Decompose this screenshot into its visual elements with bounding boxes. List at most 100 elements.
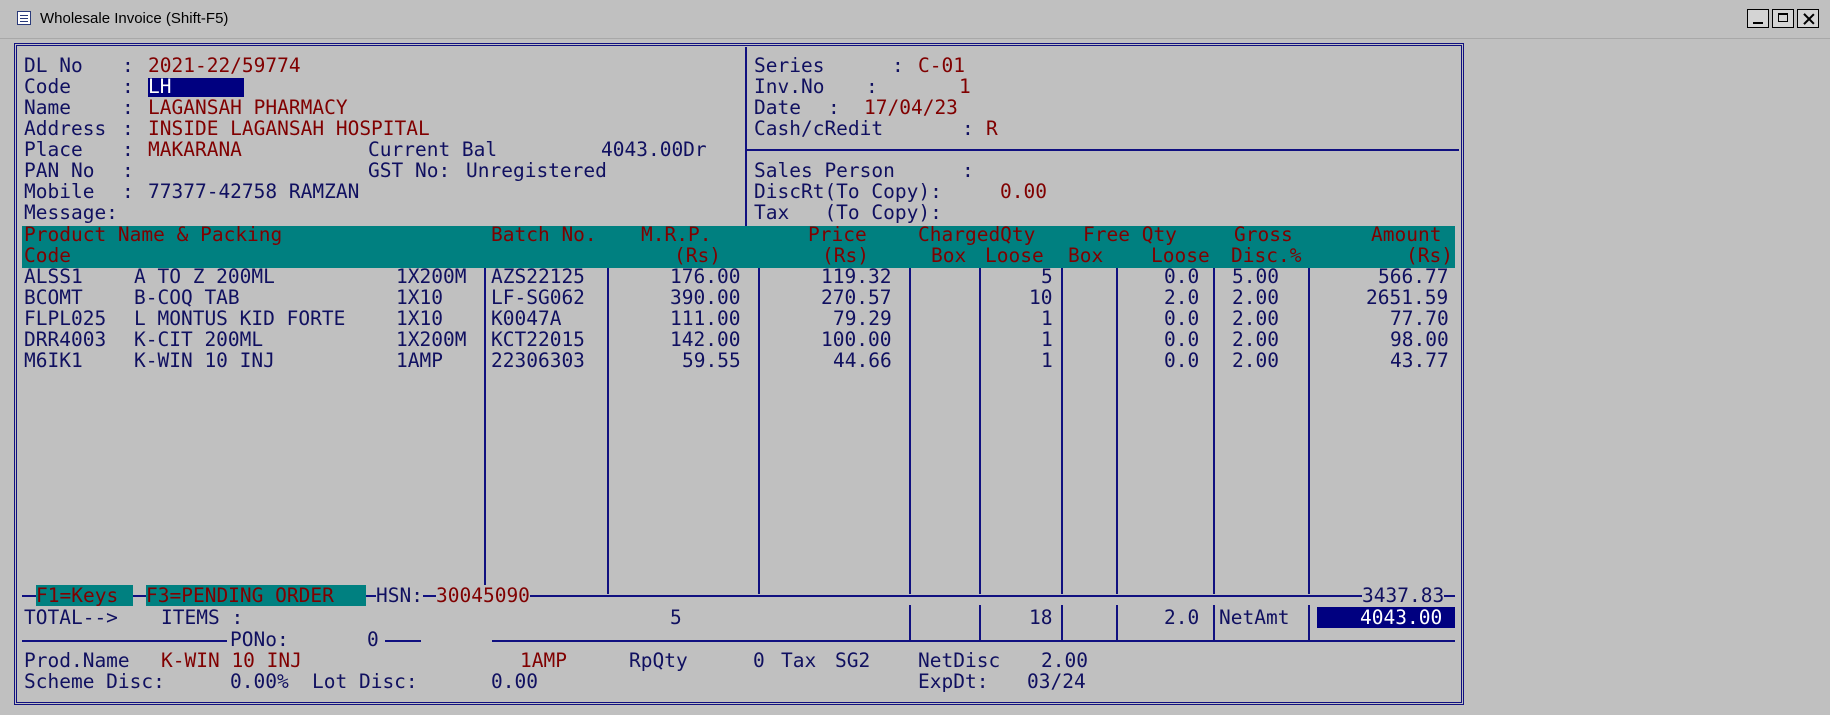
row-price: 100.00 [821, 328, 892, 351]
col-free-box-header: Box [1068, 244, 1104, 267]
row-code: BCOMT [24, 286, 83, 309]
maximize-icon[interactable] [1772, 9, 1794, 28]
row-name: K-CIT 200ML [134, 328, 264, 351]
scheme-disc-value: 0.00% [230, 670, 289, 693]
row-code: ALSS1 [24, 265, 83, 288]
prod-name-label: Prod.Name [24, 649, 130, 672]
col-gross-header: Gross [1234, 223, 1293, 246]
current-bal-label: Current Bal [368, 138, 498, 161]
code-value: LH [148, 75, 172, 98]
row-loose: 1 [1041, 349, 1053, 372]
lot-disc-value: 0.00 [491, 670, 538, 693]
inv-no-label: Inv.No [754, 75, 825, 98]
minimize-icon[interactable] [1747, 9, 1769, 28]
close-icon[interactable] [1797, 9, 1819, 28]
prod-pack-value: 1AMP [520, 649, 567, 672]
message-label: Message: [24, 201, 118, 224]
exp-dt-label: ExpDt: [918, 670, 989, 693]
row-mrp: 142.00 [670, 328, 741, 351]
place-label: Place [24, 138, 83, 161]
row-price: 270.57 [821, 286, 892, 309]
cash-credit-label: Cash/cRedit [754, 117, 884, 140]
party-name: LAGANSAH PHARMACY [148, 96, 348, 119]
row-loose: 1 [1041, 328, 1053, 351]
row-price: 44.66 [833, 349, 892, 372]
row-name: A TO Z 200ML [134, 265, 275, 288]
row-disc: 2.00 [1232, 349, 1279, 372]
gross-total: 3437.83 [1362, 584, 1445, 607]
pan-label: PAN No [24, 159, 95, 182]
free-total: 2.0 [1164, 606, 1200, 629]
row-pack: 1AMP [396, 349, 443, 372]
row-pack: 1X200M [396, 328, 467, 351]
series-label: Series [754, 54, 825, 77]
tax-label: Tax [781, 649, 817, 672]
row-disc: 2.00 [1232, 328, 1279, 351]
row-name: L MONTUS KID FORTE [134, 307, 346, 330]
hsn-label: HSN: [376, 584, 423, 607]
f1-keys-button[interactable]: F1=Keys [36, 585, 118, 606]
row-mrp: 59.55 [682, 349, 741, 372]
row-disc: 2.00 [1232, 286, 1279, 309]
row-code: FLPL025 [24, 307, 107, 330]
row-batch: LF-SG062 [491, 286, 585, 309]
col-price-header: Price [808, 223, 867, 246]
col-price-unit: (Rs) [822, 244, 869, 267]
row-batch: KCT22015 [491, 328, 585, 351]
party-address: INSIDE LAGANSAH HOSPITAL [148, 117, 430, 140]
scheme-disc-label: Scheme Disc: [24, 670, 165, 693]
lot-disc-label: Lot Disc: [312, 670, 418, 693]
row-amount: 43.77 [1390, 349, 1449, 372]
row-free-loose: 0.0 [1164, 265, 1200, 288]
items-count: 5 [670, 606, 682, 629]
row-loose: 1 [1041, 307, 1053, 330]
row-pack: 1X10 [396, 307, 443, 330]
party-place: MAKARANA [148, 138, 242, 161]
sales-person-label: Sales Person [754, 159, 895, 182]
col-loose-header: Loose [985, 244, 1044, 267]
col-mrp-header: M.R.P. [641, 223, 712, 246]
current-balance: 4043.00Dr [601, 138, 707, 161]
items-label: ITEMS : [161, 606, 244, 629]
row-pack: 1X10 [396, 286, 443, 309]
mobile-value: 77377-42758 RAMZAN [148, 180, 360, 203]
row-amount: 566.77 [1378, 265, 1449, 288]
f3-pending-order-button[interactable]: F3=PENDING ORDER [146, 585, 334, 606]
row-batch: AZS22125 [491, 265, 585, 288]
row-mrp: 111.00 [670, 307, 741, 330]
hsn-value: 30045090 [436, 584, 530, 607]
pono-value: 0 [367, 628, 379, 651]
row-code: M6IK1 [24, 349, 83, 372]
date-value: 17/04/23 [864, 96, 958, 119]
tax-value: SG2 [835, 649, 871, 672]
row-free-loose: 0.0 [1164, 307, 1200, 330]
row-batch: 22306303 [491, 349, 585, 372]
pono-label: PONo: [230, 628, 289, 651]
dl-number: 2021-22/59774 [148, 54, 301, 77]
row-loose: 10 [1029, 286, 1053, 309]
row-pack: 1X200M [396, 265, 467, 288]
tax-copy-label: Tax (To Copy): [754, 201, 942, 224]
inv-no-value: 1 [959, 75, 971, 98]
gst-value: Unregistered [466, 159, 607, 182]
rpqty-value: 0 [753, 649, 765, 672]
loose-total: 18 [1029, 606, 1053, 629]
dl-label: DL No [24, 54, 83, 77]
app-menu-icon[interactable] [17, 11, 31, 25]
code-label: Code [24, 75, 71, 98]
row-amount: 98.00 [1390, 328, 1449, 351]
prod-name-value: K-WIN 10 INJ [161, 649, 302, 672]
name-label: Name [24, 96, 71, 119]
netamt-label: NetAmt [1219, 606, 1290, 629]
date-label: Date [754, 96, 801, 119]
mobile-label: Mobile [24, 180, 95, 203]
row-free-loose: 2.0 [1164, 286, 1200, 309]
col-product-header: Product Name & Packing [24, 223, 283, 246]
exp-dt-value: 03/24 [1027, 670, 1086, 693]
cash-credit-value: R [986, 117, 998, 140]
net-disc-label: NetDisc [918, 649, 1001, 672]
col-disc-header: Disc.% [1231, 244, 1302, 267]
row-price: 119.32 [821, 265, 892, 288]
col-free-loose-header: Loose [1151, 244, 1210, 267]
row-code: DRR4003 [24, 328, 107, 351]
